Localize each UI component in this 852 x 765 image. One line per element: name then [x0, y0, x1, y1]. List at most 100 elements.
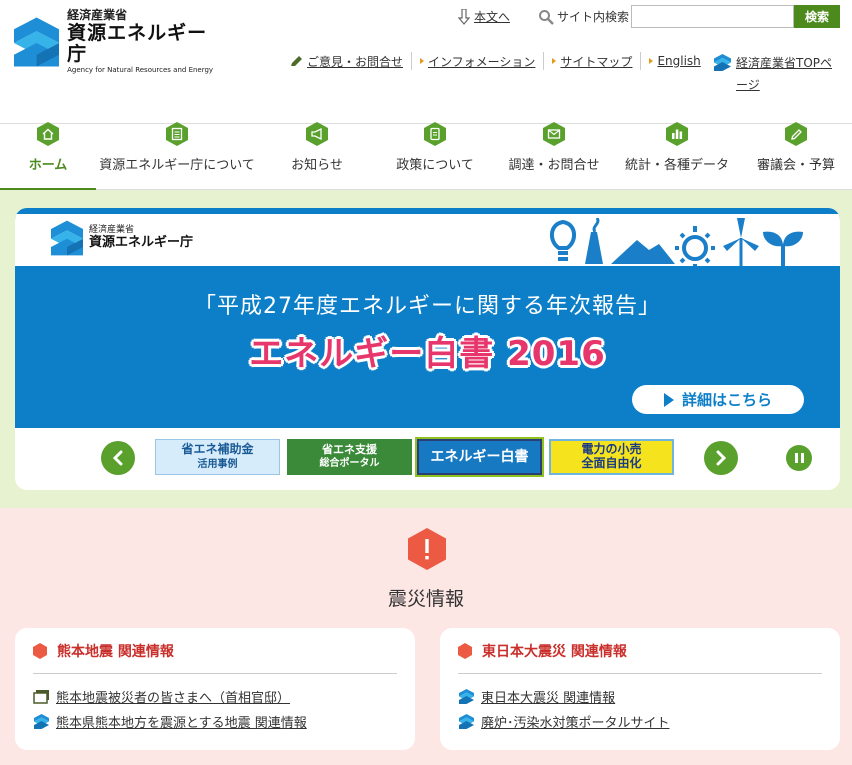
- logo-ministry: 経済産業省: [67, 8, 128, 23]
- list-item[interactable]: 東日本大震災 関連情報: [458, 684, 822, 709]
- hexagon-bullet-icon: [458, 642, 472, 659]
- banner-logo-agency: 資源エネルギー庁: [89, 234, 194, 250]
- chevron-right-icon: [716, 450, 727, 466]
- list-link[interactable]: 熊本県熊本地方を震源とする地震 関連情報: [56, 712, 307, 731]
- banner-detail-label: 詳細はこちら: [681, 391, 772, 409]
- tab-label: ホーム: [28, 158, 68, 173]
- disaster-title: 震災情報: [387, 588, 464, 610]
- thumb-retail-liberalization[interactable]: 電力の小売 全面自由化: [549, 439, 674, 475]
- thumb-line1: 省エネ支援: [322, 443, 377, 457]
- link-list: 東日本大震災 関連情報 廃炉･汚染水対策ポータルサイト: [458, 684, 822, 734]
- pause-icon-bar: [794, 453, 798, 463]
- list-item[interactable]: 廃炉･汚染水対策ポータルサイト: [458, 709, 822, 734]
- tab-news[interactable]: お知らせ: [258, 122, 376, 190]
- triangle-bullet-icon: [552, 58, 557, 64]
- tab-label: 調達・お問合せ: [508, 158, 600, 173]
- utility-nav: ご意見・お問合せ インフォメーション サイトマップ English: [290, 52, 709, 70]
- link-list: 熊本地震被災者の皆さまへ（首相官邸） 熊本県熊本地方を震源とする地震 関連情報: [33, 684, 397, 734]
- thumb-line2: 全面自由化: [581, 456, 642, 470]
- thumb-energy-whitepaper[interactable]: エネルギー白書: [415, 437, 544, 477]
- energy-illustration-icon: [550, 218, 803, 266]
- megaphone-icon: [306, 122, 328, 146]
- panel-heading-text: 東日本大震災 関連情報: [482, 643, 627, 660]
- chevron-left-icon: [112, 450, 123, 466]
- search-input[interactable]: [631, 5, 794, 28]
- panel-heading: 熊本地震 関連情報: [33, 628, 397, 674]
- meti-logo-icon: [459, 714, 474, 729]
- tab-policy[interactable]: 政策について: [376, 122, 494, 190]
- tab-procurement[interactable]: 調達・お問合せ: [494, 122, 614, 190]
- banner-detail-button[interactable]: 詳細はこちら: [632, 385, 804, 414]
- triangle-bullet-icon: [649, 58, 654, 64]
- pen-icon: [785, 122, 807, 146]
- carousel-controls: 省エネ補助金 活用事例 省エネ支援 総合ポータル エネルギー白書 電力の小売 全…: [15, 428, 840, 490]
- bar-chart-icon: [666, 122, 688, 146]
- list-item[interactable]: 熊本地震被災者の皆さまへ（首相官邸）: [33, 684, 397, 709]
- logo-agency: 資源エネルギー庁: [67, 22, 208, 66]
- site-header: 経済産業省 資源エネルギー庁 Agency for Natural Resour…: [0, 0, 852, 123]
- tab-statistics[interactable]: 統計・各種データ: [614, 122, 740, 190]
- alert-icon: [408, 528, 446, 570]
- thumb-label: 省エネ支援 総合ポータル: [320, 444, 380, 469]
- tab-council-budget[interactable]: 審議会・予算: [740, 122, 852, 190]
- hexagon-bullet-icon: [33, 642, 47, 659]
- banner-title: エネルギー白書 2016: [249, 334, 606, 374]
- site-logo[interactable]: 経済産業省 資源エネルギー庁 Agency for Natural Resour…: [14, 8, 224, 74]
- tab-about[interactable]: 資源エネルギー庁について: [96, 122, 258, 190]
- thumb-label: 電力の小売 全面自由化: [581, 442, 642, 471]
- skip-to-content[interactable]: 本文へ: [458, 8, 510, 25]
- skip-link[interactable]: 本文へ: [474, 8, 510, 25]
- tab-label: 政策について: [396, 158, 474, 173]
- meti-logo-icon: [34, 714, 49, 729]
- document-icon: [166, 122, 188, 146]
- kumamoto-panel: 熊本地震 関連情報 熊本地震被災者の皆さまへ（首相官邸） 熊本県熊本地方を震源と…: [15, 628, 415, 750]
- meti-top-link-wrap[interactable]: 経済産業省TOPページ: [714, 52, 844, 96]
- agency-logo-icon: [51, 220, 83, 256]
- thumb-line2: 活用事例: [197, 459, 238, 470]
- subnav-item-feedback[interactable]: ご意見・お問合せ: [290, 52, 411, 70]
- panel-heading: 東日本大震災 関連情報: [458, 628, 822, 674]
- list-link[interactable]: 廃炉･汚染水対策ポータルサイト: [481, 712, 670, 731]
- search-button[interactable]: 検索: [794, 5, 840, 28]
- mail-icon: [543, 122, 565, 146]
- subnav-item-sitemap[interactable]: サイトマップ: [543, 52, 640, 70]
- carousel-next-button[interactable]: [704, 441, 738, 475]
- window-icon: [33, 690, 49, 704]
- tab-label: お知らせ: [291, 158, 343, 173]
- search-label-text: サイト内検索: [557, 10, 630, 24]
- subnav-item-information[interactable]: インフォメーション: [411, 52, 543, 70]
- thumb-energy-subsidy[interactable]: 省エネ補助金 活用事例: [155, 439, 280, 475]
- hero-carousel-section: 経済産業省 資源エネルギー庁 「平成27年度エネルギーに関する年次報告」 エネル…: [0, 190, 852, 508]
- meti-logo-icon: [714, 54, 731, 71]
- subnav-link-sitemap[interactable]: サイトマップ: [560, 53, 632, 70]
- thumb-energy-portal[interactable]: 省エネ支援 総合ポータル: [287, 439, 412, 475]
- subnav-link-feedback[interactable]: ご意見・お問合せ: [307, 53, 403, 70]
- subnav-link-information[interactable]: インフォメーション: [428, 53, 535, 70]
- agency-logo-icon: [14, 17, 60, 67]
- thumb-line2: 総合ポータル: [319, 458, 380, 469]
- carousel-card: 経済産業省 資源エネルギー庁 「平成27年度エネルギーに関する年次報告」 エネル…: [15, 208, 840, 490]
- carousel-pause-button[interactable]: [786, 445, 812, 471]
- pause-icon-bar: [800, 453, 804, 463]
- banner-subtitle: 「平成27年度エネルギーに関する年次報告」: [194, 294, 661, 319]
- thumb-line1: 電力の小売: [581, 442, 642, 457]
- meti-logo-icon: [459, 689, 474, 704]
- great-east-japan-panel: 東日本大震災 関連情報 東日本大震災 関連情報 廃炉･汚染水対策ポータルサイト: [440, 628, 840, 750]
- meti-top-link[interactable]: 経済産業省TOPページ: [736, 52, 844, 96]
- panel-heading-text: 熊本地震 関連情報: [57, 643, 174, 660]
- subnav-link-english[interactable]: English: [657, 54, 700, 68]
- tab-home[interactable]: ホーム: [0, 122, 96, 191]
- pencil-icon: [291, 56, 302, 66]
- list-link[interactable]: 熊本地震被災者の皆さまへ（首相官邸）: [56, 687, 290, 706]
- carousel-prev-button[interactable]: [101, 441, 135, 475]
- triangle-bullet-icon: [420, 58, 425, 64]
- play-icon: [663, 392, 674, 407]
- subnav-item-english[interactable]: English: [640, 52, 708, 70]
- list-item[interactable]: 熊本県熊本地方を震源とする地震 関連情報: [33, 709, 397, 734]
- tab-label: 審議会・予算: [756, 158, 835, 173]
- arrow-down-icon: [458, 8, 470, 25]
- global-nav: ホーム 資源エネルギー庁について お知らせ 政策について 調達・お問合せ 統計・…: [0, 122, 852, 191]
- hero-banner[interactable]: 経済産業省 資源エネルギー庁 「平成27年度エネルギーに関する年次報告」 エネル…: [15, 208, 840, 428]
- tab-label: 資源エネルギー庁について: [99, 158, 255, 173]
- list-link[interactable]: 東日本大震災 関連情報: [481, 687, 615, 706]
